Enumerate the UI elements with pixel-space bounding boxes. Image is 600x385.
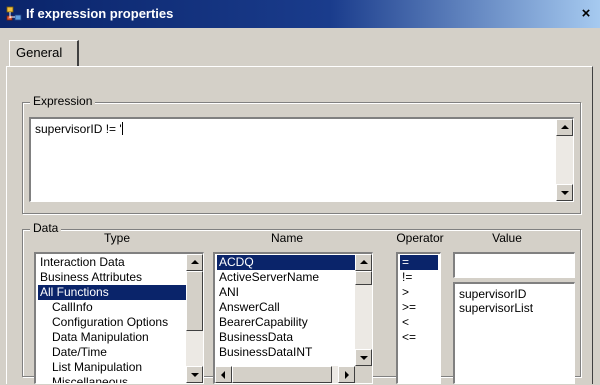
dialog-body: General Expression supervisorID != ' Dat… bbox=[0, 28, 600, 385]
name-item[interactable]: BearerCapability bbox=[217, 315, 308, 330]
name-item-selected[interactable]: ACDQ bbox=[217, 255, 355, 270]
name-item[interactable]: AnswerCall bbox=[217, 300, 280, 315]
name-item[interactable]: ActiveServerName bbox=[217, 270, 319, 285]
text-caret bbox=[121, 122, 123, 135]
type-item-selected[interactable]: All Functions bbox=[38, 285, 186, 300]
expression-legend: Expression bbox=[30, 94, 96, 108]
name-column-header: Name bbox=[270, 231, 303, 245]
expression-textarea[interactable]: supervisorID != ' bbox=[29, 117, 574, 202]
type-item[interactable]: Interaction Data bbox=[38, 255, 125, 270]
arrow-down-icon bbox=[191, 373, 199, 377]
arrow-left-icon bbox=[221, 371, 225, 379]
type-item[interactable]: List Manipulation bbox=[38, 360, 142, 375]
operator-item[interactable]: >= bbox=[400, 300, 416, 315]
name-scrollbar[interactable] bbox=[355, 254, 372, 366]
arrow-down-icon bbox=[561, 191, 569, 195]
operator-item[interactable]: < bbox=[400, 315, 409, 330]
tab-label: General bbox=[16, 45, 63, 60]
type-item[interactable]: Configuration Options bbox=[38, 315, 168, 330]
type-item[interactable]: CallInfo bbox=[38, 300, 93, 315]
value-column-header: Value bbox=[492, 231, 522, 245]
name-item[interactable]: BusinessData bbox=[217, 330, 293, 345]
scroll-down-button[interactable] bbox=[556, 184, 573, 201]
name-item[interactable]: ANI bbox=[217, 285, 239, 300]
scroll-down-button[interactable] bbox=[355, 349, 372, 366]
type-item[interactable]: Data Manipulation bbox=[38, 330, 149, 345]
value-item[interactable]: supervisorList bbox=[457, 301, 533, 316]
type-item[interactable]: Business Attributes bbox=[38, 270, 142, 285]
operator-item[interactable]: > bbox=[400, 285, 409, 300]
type-column-header: Type bbox=[103, 231, 130, 245]
arrow-down-icon bbox=[360, 356, 368, 360]
type-listbox[interactable]: Interaction Data Business Attributes All… bbox=[34, 252, 204, 384]
arrow-right-icon bbox=[345, 371, 349, 379]
arrow-up-icon bbox=[561, 125, 569, 129]
operator-item[interactable]: <= bbox=[400, 330, 416, 345]
title-bar: If expression properties × bbox=[0, 0, 600, 28]
type-item[interactable]: Date/Time bbox=[38, 345, 107, 360]
tab-general[interactable]: General bbox=[9, 40, 79, 66]
operator-listbox[interactable]: = != > >= < <= bbox=[396, 252, 441, 384]
window-title: If expression properties bbox=[26, 6, 174, 21]
expression-text: supervisorID != ' bbox=[35, 122, 123, 136]
tab-panel-general: Expression supervisorID != ' Data Type N… bbox=[6, 66, 593, 384]
name-hscrollbar[interactable] bbox=[215, 366, 355, 383]
scroll-right-button[interactable] bbox=[338, 366, 355, 383]
arrow-up-icon bbox=[191, 260, 199, 264]
operator-item-selected[interactable]: = bbox=[400, 255, 438, 270]
scroll-left-button[interactable] bbox=[215, 366, 232, 383]
value-listbox[interactable]: supervisorID supervisorList bbox=[453, 282, 575, 384]
data-legend: Data bbox=[30, 221, 62, 235]
scroll-down-button[interactable] bbox=[186, 366, 203, 383]
operator-item[interactable]: != bbox=[400, 270, 412, 285]
operator-column-header: Operator bbox=[396, 231, 444, 245]
expression-scrollbar[interactable] bbox=[556, 119, 573, 201]
type-scrollbar[interactable] bbox=[186, 254, 203, 383]
scroll-up-button[interactable] bbox=[355, 254, 372, 271]
scroll-up-button[interactable] bbox=[556, 119, 573, 136]
scroll-corner bbox=[355, 366, 372, 383]
arrow-up-icon bbox=[360, 260, 368, 264]
h-scroll-thumb[interactable] bbox=[232, 366, 332, 383]
close-icon: × bbox=[581, 5, 591, 22]
app-icon bbox=[6, 6, 22, 21]
value-input[interactable] bbox=[453, 252, 575, 278]
scroll-up-button[interactable] bbox=[186, 254, 203, 271]
name-item[interactable]: BusinessDataINT bbox=[217, 345, 312, 360]
type-item[interactable]: Miscellaneous bbox=[38, 375, 128, 383]
scroll-thumb[interactable] bbox=[355, 271, 372, 285]
close-button[interactable]: × bbox=[576, 4, 596, 24]
value-item[interactable]: supervisorID bbox=[457, 287, 526, 302]
scroll-thumb[interactable] bbox=[186, 271, 203, 331]
name-listbox[interactable]: ACDQ ActiveServerName ANI AnswerCall Bea… bbox=[213, 252, 373, 384]
